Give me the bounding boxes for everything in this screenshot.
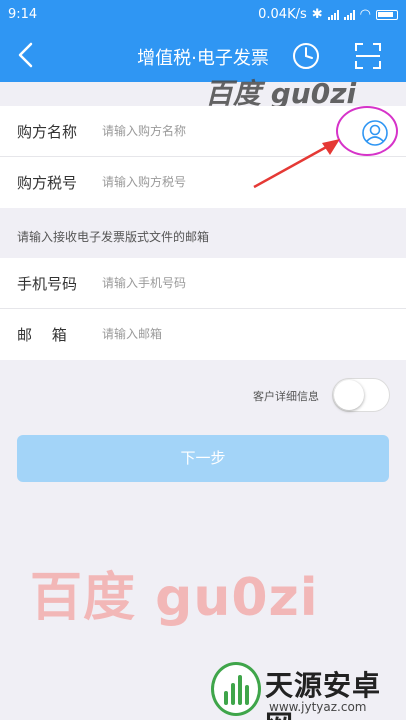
wifi-icon: ◠ — [359, 7, 371, 22]
signal-icon — [327, 9, 339, 20]
status-time: 9:14 — [8, 7, 38, 22]
bluetooth-icon: ✱ — [311, 7, 323, 22]
signal-icon-2 — [343, 9, 355, 20]
buyer-tax-label: 购方税号 — [17, 174, 78, 192]
email-section-hint: 请输入接收电子发票版式文件的邮箱 — [17, 230, 210, 244]
email-label: 邮 箱 — [17, 326, 67, 344]
contact-group: 手机号码 邮 箱 — [0, 258, 406, 360]
toggle-knob — [334, 380, 364, 410]
footer-logo: 天源安卓网 www.jytyaz.com — [205, 660, 401, 720]
watermark-big: 百度 gu0zi — [30, 568, 319, 628]
clock-icon[interactable] — [290, 40, 322, 72]
battery-icon — [376, 9, 398, 20]
scan-icon[interactable] — [352, 40, 384, 72]
annotation-arrow-icon — [253, 139, 340, 189]
email-input[interactable] — [102, 319, 332, 349]
status-bar: 9:14 0.04K/s ✱ ◠ — [0, 0, 406, 30]
email-row: 邮 箱 — [0, 309, 406, 360]
android-logo-icon — [211, 662, 261, 716]
logo-url: www.jytyaz.com — [269, 700, 367, 714]
customer-detail-label: 客户详细信息 — [253, 390, 319, 403]
buyer-name-label: 购方名称 — [17, 123, 78, 141]
phone-input[interactable] — [102, 268, 332, 298]
status-icons: 0.04K/s ✱ ◠ — [258, 7, 398, 22]
page-title: 增值税·电子发票 — [137, 48, 269, 69]
phone-label: 手机号码 — [17, 275, 78, 293]
next-button[interactable]: 下一步 — [17, 435, 389, 482]
network-speed: 0.04K/s — [258, 7, 307, 22]
phone-row: 手机号码 — [0, 258, 406, 309]
customer-detail-toggle[interactable] — [332, 378, 390, 412]
